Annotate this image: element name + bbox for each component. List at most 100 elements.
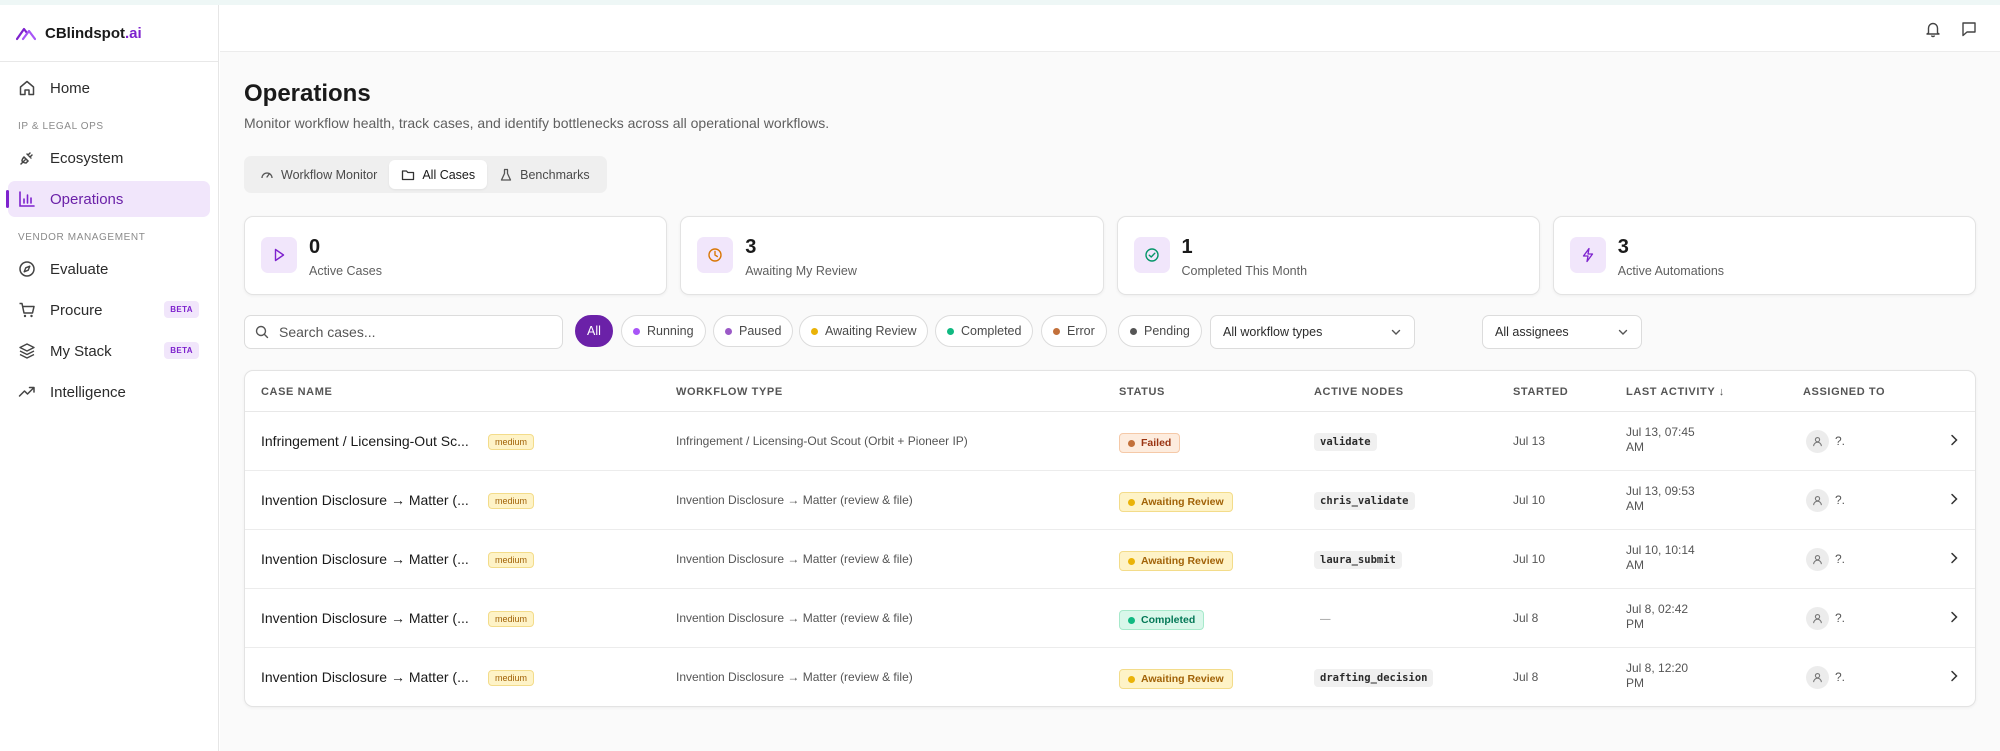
message-icon[interactable]	[1960, 20, 1978, 38]
started-date: Jul 10	[1513, 552, 1546, 566]
filter-chip-paused[interactable]: Paused	[713, 315, 794, 347]
brand[interactable]: CBlindspot.ai	[0, 5, 218, 62]
col-assigned-to[interactable]: ASSIGNED TO	[1803, 386, 1885, 398]
tab-all-cases[interactable]: All Cases	[389, 160, 488, 189]
sidebar-item-ecosystem[interactable]: Ecosystem	[8, 140, 210, 176]
stat-value: 1	[1181, 236, 1193, 258]
table-row[interactable]: Invention Disclosure → Matter (... mediu…	[245, 648, 1975, 706]
col-status[interactable]: STATUS	[1119, 386, 1165, 398]
priority-badge: medium	[488, 434, 535, 450]
user-icon	[1813, 673, 1822, 683]
workflow-type-select[interactable]: All workflow types	[1210, 315, 1415, 349]
col-case-name[interactable]: CASE NAME	[261, 386, 332, 398]
sidebar-item-operations[interactable]: Operations	[6, 181, 210, 217]
sidebar-item-label: Operations	[50, 190, 124, 208]
bell-icon[interactable]	[1924, 20, 1942, 38]
stat-value: 3	[1617, 236, 1629, 258]
user-icon	[1813, 496, 1822, 506]
sidebar-item-home[interactable]: Home	[8, 70, 210, 106]
started-date: Jul 8	[1513, 670, 1539, 684]
cases-table: CASE NAME WORKFLOW TYPE STATUS ACTIVE NO…	[244, 370, 1976, 707]
tab-benchmarks[interactable]: Benchmarks	[487, 160, 601, 189]
main-content: Operations Monitor workflow health, trac…	[220, 52, 2000, 751]
priority-badge: medium	[488, 552, 535, 568]
sidebar-item-intelligence[interactable]: Intelligence	[8, 374, 210, 410]
filter-chip-awaiting-review[interactable]: Awaiting Review	[799, 315, 929, 347]
assignee-name: ?.	[1835, 611, 1846, 625]
chevron-right-icon[interactable]	[1947, 610, 1961, 624]
priority-badge: medium	[488, 493, 535, 509]
filter-bar: All Running Paused Awaiting Review Compl…	[244, 315, 2000, 349]
beta-badge: BETA	[164, 342, 199, 359]
chevron-right-icon[interactable]	[1947, 551, 1961, 565]
search-icon	[255, 325, 269, 339]
last-activity: Jul 13, 09:53 AM	[1626, 484, 1695, 513]
workflow-type: Infringement / Licensing-Out Scout (Orbi…	[676, 434, 968, 448]
sidebar-item-label: Ecosystem	[50, 149, 124, 167]
filter-chip-running[interactable]: Running	[621, 315, 706, 347]
brand-name: CBlindspot.ai	[45, 24, 142, 42]
filter-chip-error[interactable]: Error	[1041, 315, 1107, 347]
active-node: drafting_decision	[1314, 669, 1434, 687]
filter-chip-pending[interactable]: Pending	[1118, 315, 1202, 347]
priority-badge: medium	[488, 611, 535, 627]
last-activity: Jul 8, 02:42 PM	[1626, 602, 1689, 631]
workflow-type: Invention Disclosure → Matter (review & …	[676, 552, 913, 566]
active-node: validate	[1314, 433, 1377, 451]
active-node: chris_validate	[1314, 492, 1415, 510]
avatar	[1806, 666, 1829, 689]
tab-workflow-monitor[interactable]: Workflow Monitor	[248, 160, 389, 189]
assignee-name: ?.	[1835, 434, 1846, 448]
table-row[interactable]: Infringement / Licensing-Out Sc... mediu…	[245, 412, 1975, 471]
assignee-name: ?.	[1835, 493, 1846, 507]
started-date: Jul 10	[1513, 493, 1546, 507]
filter-chip-completed[interactable]: Completed	[935, 315, 1034, 347]
status-badge: Awaiting Review	[1119, 551, 1233, 571]
sidebar-item-procure[interactable]: Procure BETA	[8, 292, 210, 328]
sidebar-item-mystack[interactable]: My Stack BETA	[8, 333, 210, 369]
stat-label: Active Automations	[1617, 264, 1725, 278]
sidebar-item-evaluate[interactable]: Evaluate	[8, 251, 210, 287]
status-badge: Completed	[1119, 610, 1205, 630]
status-badge: Awaiting Review	[1119, 492, 1233, 512]
gauge-icon	[261, 171, 273, 178]
stat-value: 0	[309, 236, 321, 258]
workflow-type: Invention Disclosure → Matter (review & …	[676, 611, 913, 625]
status-dot	[1130, 327, 1137, 335]
col-active-nodes[interactable]: ACTIVE NODES	[1314, 386, 1404, 398]
stat-card-active-cases[interactable]: 0 Active Cases	[244, 216, 668, 295]
layers-icon	[19, 343, 35, 359]
chevron-right-icon[interactable]	[1947, 492, 1961, 506]
table-row[interactable]: Invention Disclosure → Matter (... mediu…	[245, 471, 1975, 530]
assignee-select[interactable]: All assignees	[1482, 315, 1642, 349]
col-last-activity[interactable]: LAST ACTIVITY ↓	[1626, 386, 1725, 398]
cart-icon	[19, 302, 35, 318]
compass-icon	[19, 261, 35, 277]
bar-chart-icon	[19, 191, 35, 207]
folder-icon	[402, 169, 415, 180]
search-input[interactable]	[279, 324, 539, 340]
stat-card-awaiting-review[interactable]: 3 Awaiting My Review	[680, 216, 1104, 295]
status-badge: Failed	[1119, 433, 1181, 453]
status-badge: Awaiting Review	[1119, 669, 1233, 689]
stat-card-completed-month[interactable]: 1 Completed This Month	[1116, 216, 1540, 295]
chevron-right-icon[interactable]	[1947, 433, 1961, 447]
filter-chip-all[interactable]: All	[575, 315, 613, 347]
page-title: Operations	[244, 80, 371, 107]
col-started[interactable]: STARTED	[1513, 386, 1568, 398]
logo-icon	[16, 27, 36, 41]
avatar	[1806, 489, 1829, 512]
table-row[interactable]: Invention Disclosure → Matter (... mediu…	[245, 589, 1975, 648]
sidebar-item-label: My Stack	[50, 342, 112, 360]
col-workflow-type[interactable]: WORKFLOW TYPE	[676, 386, 783, 398]
table-row[interactable]: Invention Disclosure → Matter (... mediu…	[245, 530, 1975, 589]
sidebar-item-label: Home	[50, 79, 91, 97]
search-box	[244, 315, 563, 349]
status-dot	[725, 327, 732, 335]
status-dot	[947, 327, 954, 335]
case-name: Invention Disclosure → Matter (...	[261, 551, 469, 567]
stat-card-active-automations[interactable]: 3 Active Automations	[1552, 216, 1976, 295]
workflow-type: Invention Disclosure → Matter (review & …	[676, 493, 913, 507]
user-icon	[1813, 614, 1822, 624]
chevron-right-icon[interactable]	[1947, 669, 1961, 683]
